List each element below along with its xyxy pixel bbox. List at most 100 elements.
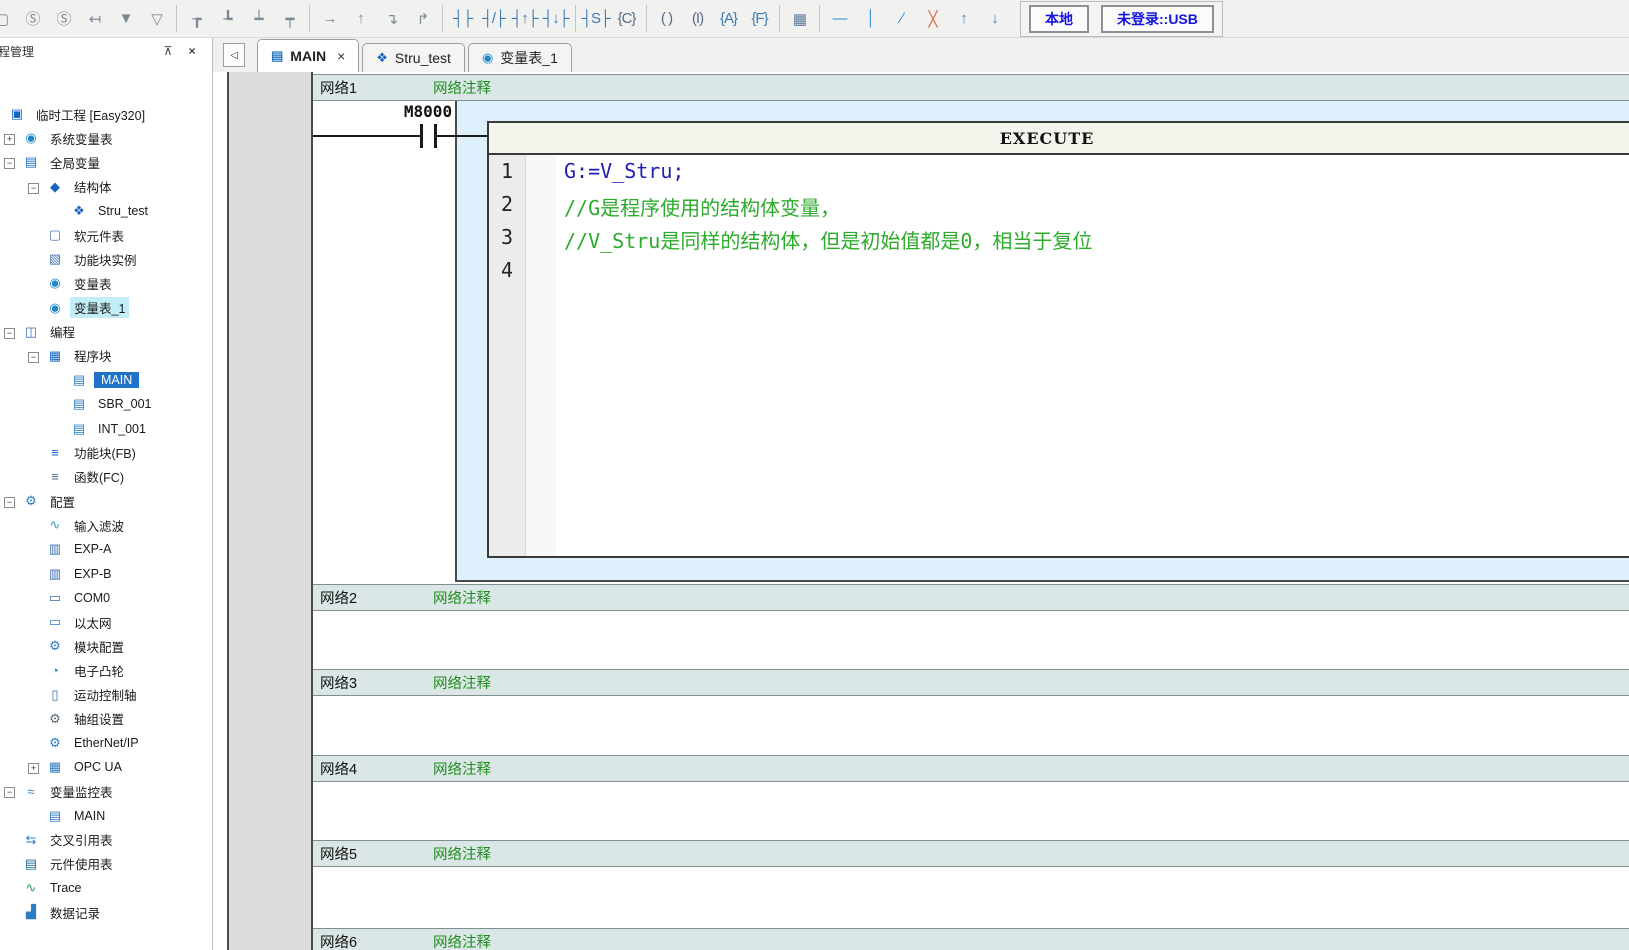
tree-item-临时工程-easy320-[interactable]: ▣临时工程 [Easy320] bbox=[0, 102, 212, 126]
network-5-header[interactable]: 网络5 网络注释 bbox=[313, 840, 1629, 867]
tree-item-com0[interactable]: ▭COM0 bbox=[0, 586, 212, 610]
delete-hline-icon[interactable]: ∕ bbox=[886, 5, 917, 33]
collapse-icon[interactable]: − bbox=[28, 349, 46, 363]
insert-row-filled-icon[interactable]: ▼ bbox=[110, 5, 141, 33]
inverted-coil-icon[interactable]: (I) bbox=[682, 5, 713, 33]
coil-icon[interactable]: ( ) bbox=[651, 5, 682, 33]
delete-branch-icon[interactable]: ┷ bbox=[243, 5, 274, 33]
contact-no-icon[interactable]: ┤├ bbox=[447, 5, 478, 33]
local-mode-button[interactable]: 本地 bbox=[1029, 5, 1089, 33]
execute-st-block[interactable]: EXECUTE 1 2 3 4 G:=V_Stru; //G是程序使用的结构体变… bbox=[487, 121, 1629, 558]
expand-icon[interactable]: + bbox=[4, 131, 22, 145]
close-icon[interactable]: × bbox=[184, 43, 200, 59]
tree-item-变量表[interactable]: ◉变量表 bbox=[0, 271, 212, 295]
network-3-header[interactable]: 网络3 网络注释 bbox=[313, 669, 1629, 696]
tab-scroll-left-button[interactable]: ◁ bbox=[223, 43, 245, 67]
tree-item-结构体[interactable]: −◆结构体 bbox=[0, 175, 212, 199]
network-2-header[interactable]: 网络2 网络注释 bbox=[313, 584, 1629, 611]
tree-item-元件使用表[interactable]: ▤元件使用表 bbox=[0, 852, 212, 876]
collapse-icon[interactable]: − bbox=[4, 155, 22, 169]
wire-up-icon[interactable]: ↑ bbox=[345, 5, 376, 33]
collapse-icon[interactable]: − bbox=[4, 494, 22, 508]
code-line[interactable]: G:=V_Stru; bbox=[564, 159, 1629, 192]
tree-item-交叉引用表[interactable]: ⇆交叉引用表 bbox=[0, 828, 212, 852]
login-status-button[interactable]: 未登录::USB bbox=[1101, 5, 1214, 33]
tree-item-配置[interactable]: −⚙配置 bbox=[0, 489, 212, 513]
code-line[interactable]: //V_Stru是同样的结构体，但是初始值都是0，相当于复位 bbox=[564, 225, 1629, 258]
collapse-icon[interactable]: − bbox=[28, 180, 46, 194]
draw-vline-icon[interactable]: │ bbox=[855, 5, 886, 33]
tree-item-trace[interactable]: ∿Trace bbox=[0, 876, 212, 900]
pin-icon[interactable]: ⊼ bbox=[160, 43, 176, 59]
tree-item-exp-a[interactable]: ▥EXP-A bbox=[0, 537, 212, 561]
set-contact-icon[interactable]: ┤S├ bbox=[580, 5, 611, 33]
tree-item-stru_test[interactable]: ❖Stru_test bbox=[0, 199, 212, 223]
tab-stru-test[interactable]: ❖ Stru_test bbox=[362, 43, 465, 72]
collapse-icon[interactable]: − bbox=[4, 325, 22, 339]
contact-falling-icon[interactable]: ┤↓├ bbox=[540, 5, 571, 33]
tree-item-运动控制轴[interactable]: ▯运动控制轴 bbox=[0, 683, 212, 707]
move-down-icon[interactable]: ↓ bbox=[979, 5, 1010, 33]
network-1-header[interactable]: 网络1 网络注释 bbox=[313, 74, 1629, 101]
tree-item-main[interactable]: ▤MAIN bbox=[0, 803, 212, 827]
tab-main[interactable]: ▤ MAIN × bbox=[257, 39, 359, 72]
edit-branch-icon[interactable]: ┯ bbox=[274, 5, 305, 33]
insert-row-hollow-icon[interactable]: ▽ bbox=[141, 5, 172, 33]
network-comment[interactable]: 网络注释 bbox=[433, 587, 491, 608]
tree-item-opc-ua[interactable]: +▦OPC UA bbox=[0, 755, 212, 779]
collapse-icon[interactable]: − bbox=[4, 784, 22, 798]
wire-corner-up-icon[interactable]: ↱ bbox=[407, 5, 438, 33]
tree-item-模块配置[interactable]: ⚙模块配置 bbox=[0, 634, 212, 658]
tree-item-数据记录[interactable]: ▟数据记录 bbox=[0, 900, 212, 924]
no-contact-symbol[interactable] bbox=[420, 124, 423, 148]
move-up-icon[interactable]: ↑ bbox=[948, 5, 979, 33]
sfc-step-s-icon[interactable]: Ⓢ bbox=[48, 5, 79, 33]
tree-item-int_001[interactable]: ▤INT_001 bbox=[0, 416, 212, 440]
instruction-table-icon[interactable]: ▦ bbox=[784, 5, 815, 33]
tree-item-软元件表[interactable]: ▢软元件表 bbox=[0, 223, 212, 247]
tree-item-函数-fc-[interactable]: ≡函数(FC) bbox=[0, 465, 212, 489]
tree-item-全局变量[interactable]: −▤全局变量 bbox=[0, 150, 212, 174]
wire-corner-down-icon[interactable]: ↴ bbox=[376, 5, 407, 33]
draw-branch-up-icon[interactable]: ┲ bbox=[181, 5, 212, 33]
tree-item-功能块实例[interactable]: ▧功能块实例 bbox=[0, 247, 212, 271]
tree-item-ethernet-ip[interactable]: ⚙EtherNet/IP bbox=[0, 731, 212, 755]
contact-operand-label[interactable]: M8000 bbox=[373, 102, 483, 121]
tree-item-系统变量表[interactable]: +◉系统变量表 bbox=[0, 126, 212, 150]
sfc-action-s-icon[interactable]: Ⓢ bbox=[17, 5, 48, 33]
tree-item-main[interactable]: ▤MAIN bbox=[0, 368, 212, 392]
network-comment[interactable]: 网络注释 bbox=[433, 77, 491, 98]
network-comment[interactable]: 网络注释 bbox=[433, 843, 491, 864]
network-4-header[interactable]: 网络4 网络注释 bbox=[313, 755, 1629, 782]
branch-insert-icon[interactable]: ↤ bbox=[79, 5, 110, 33]
code-line[interactable]: //G是程序使用的结构体变量， bbox=[564, 192, 1629, 225]
tab-close-icon[interactable]: × bbox=[337, 48, 345, 64]
network-comment[interactable]: 网络注释 bbox=[433, 931, 491, 950]
contact-rising-icon[interactable]: ┤↑├ bbox=[509, 5, 540, 33]
tree-item-编程[interactable]: −◫编程 bbox=[0, 320, 212, 344]
tree-item-轴组设置[interactable]: ⚙轴组设置 bbox=[0, 707, 212, 731]
network-comment[interactable]: 网络注释 bbox=[433, 672, 491, 693]
tree-item-电子凸轮[interactable]: ◔电子凸轮 bbox=[0, 658, 212, 682]
tree-item-变量监控表[interactable]: −≈变量监控表 bbox=[0, 779, 212, 803]
tree-item-程序块[interactable]: −▦程序块 bbox=[0, 344, 212, 368]
function-block-icon[interactable]: {F} bbox=[744, 5, 775, 33]
compare-block-icon[interactable]: {C} bbox=[611, 5, 642, 33]
tree-item-输入滤波[interactable]: ∿输入滤波 bbox=[0, 513, 212, 537]
draw-hline-icon[interactable]: — bbox=[824, 5, 855, 33]
contact-nc-icon[interactable]: ┤/├ bbox=[478, 5, 509, 33]
tree-item-以太网[interactable]: ▭以太网 bbox=[0, 610, 212, 634]
st-code-editor[interactable]: 1 2 3 4 G:=V_Stru; //G是程序使用的结构体变量， //V_S… bbox=[489, 155, 1629, 556]
tab-variable-table-1[interactable]: ◉ 变量表_1 bbox=[468, 43, 572, 72]
tree-item-sbr_001[interactable]: ▤SBR_001 bbox=[0, 392, 212, 416]
tree-item-功能块-fb-[interactable]: ≡功能块(FB) bbox=[0, 441, 212, 465]
tree-item-exp-b[interactable]: ▥EXP-B bbox=[0, 562, 212, 586]
code-area[interactable]: G:=V_Stru; //G是程序使用的结构体变量， //V_Stru是同样的结… bbox=[556, 155, 1629, 556]
step-box-icon[interactable]: ▢ bbox=[0, 5, 17, 33]
draw-branch-down-icon[interactable]: ┺ bbox=[212, 5, 243, 33]
expand-icon[interactable]: + bbox=[28, 760, 46, 774]
network-6-header[interactable]: 网络6 网络注释 bbox=[313, 928, 1629, 950]
delete-vline-icon[interactable]: ╳ bbox=[917, 5, 948, 33]
wire-right-icon[interactable]: → bbox=[314, 5, 345, 33]
code-line[interactable] bbox=[564, 258, 1629, 291]
